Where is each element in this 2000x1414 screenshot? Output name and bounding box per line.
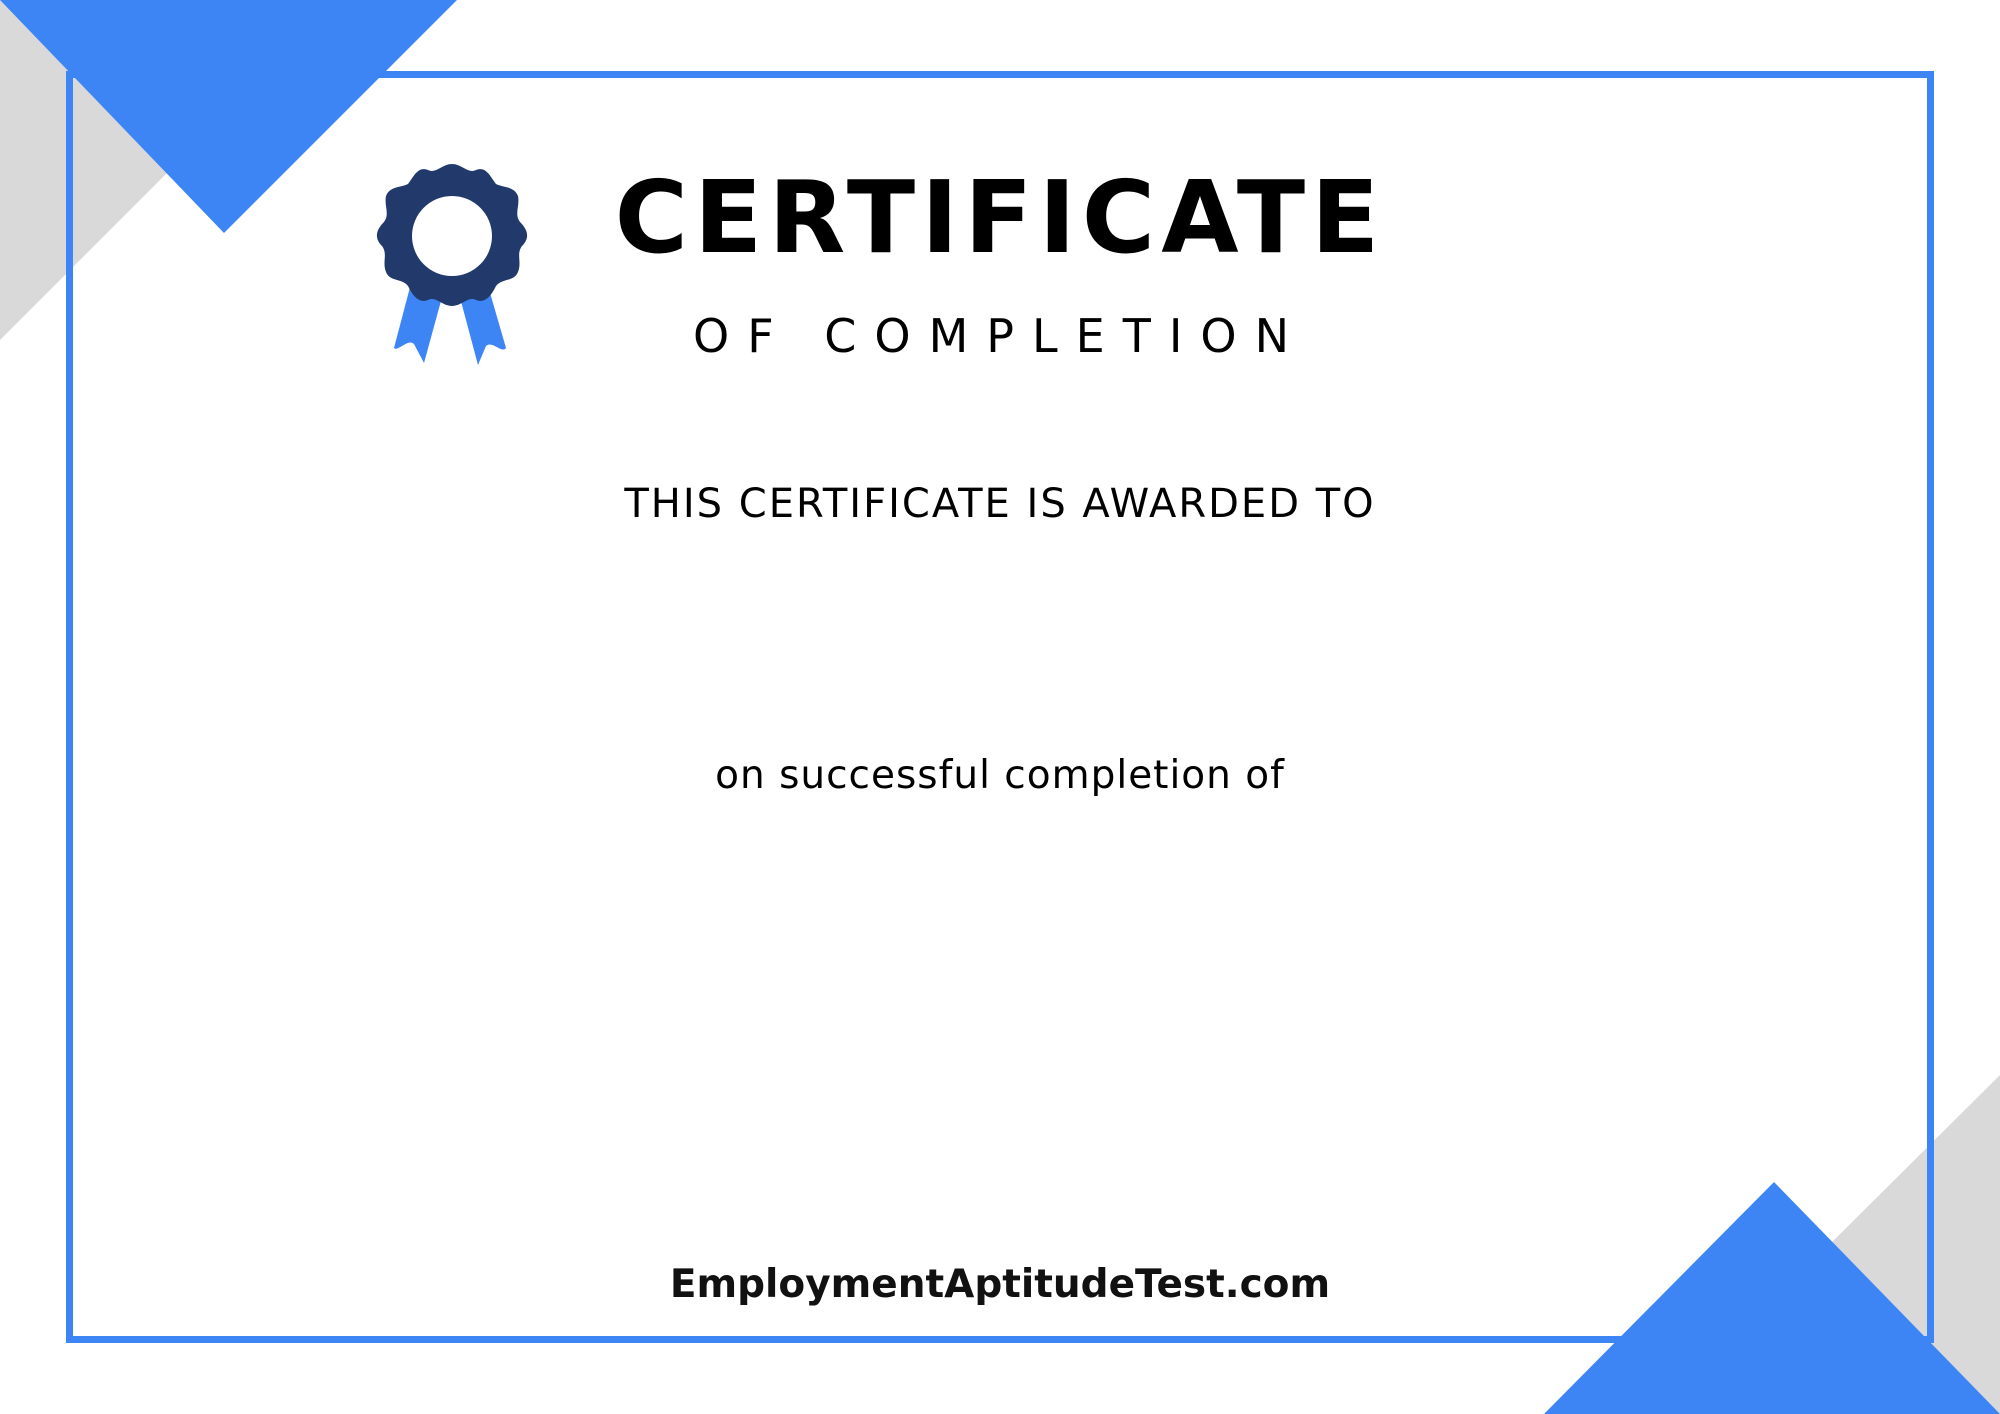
award-rosette-icon [376, 164, 528, 365]
awarded-to-text: THIS CERTIFICATE IS AWARDED TO [624, 481, 1376, 527]
completion-text: on successful completion of [715, 753, 1285, 798]
website-footer: EmploymentAptitudeTest.com [669, 1262, 1331, 1307]
certificate-title: CERTIFICATE [614, 159, 1386, 276]
certificate-subtitle: OF COMPLETION [692, 309, 1308, 363]
